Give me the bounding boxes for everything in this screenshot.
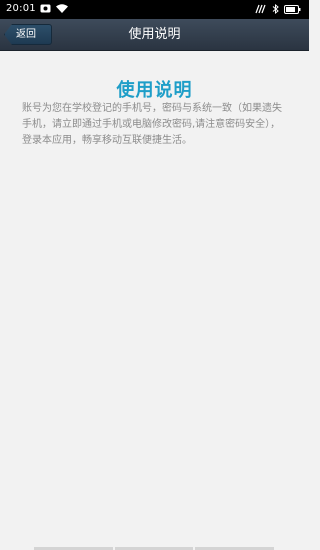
status-left-icons [40,4,68,13]
status-bar: 20:01 [0,0,309,19]
status-right-icons [255,4,301,14]
battery-icon [284,4,301,14]
instructions-heading: 使用说明 [116,80,193,101]
nfc-icon [255,4,267,14]
back-button[interactable]: 返回 [4,24,52,45]
title-bar: 返回 使用说明 [0,19,309,51]
wifi-icon [56,4,68,13]
status-time: 20:01 [6,3,36,14]
instructions-text: 账号为您在学校登记的手机号，密码与系统一致（如果遗失手机，请立即通过手机或电脑修… [22,103,282,146]
content-area: 使用说明 账号为您在学校登记的手机号，密码与系统一致（如果遗失手机，请立即通过手… [0,51,309,550]
notification-icon [40,4,51,13]
bluetooth-icon [272,4,279,14]
